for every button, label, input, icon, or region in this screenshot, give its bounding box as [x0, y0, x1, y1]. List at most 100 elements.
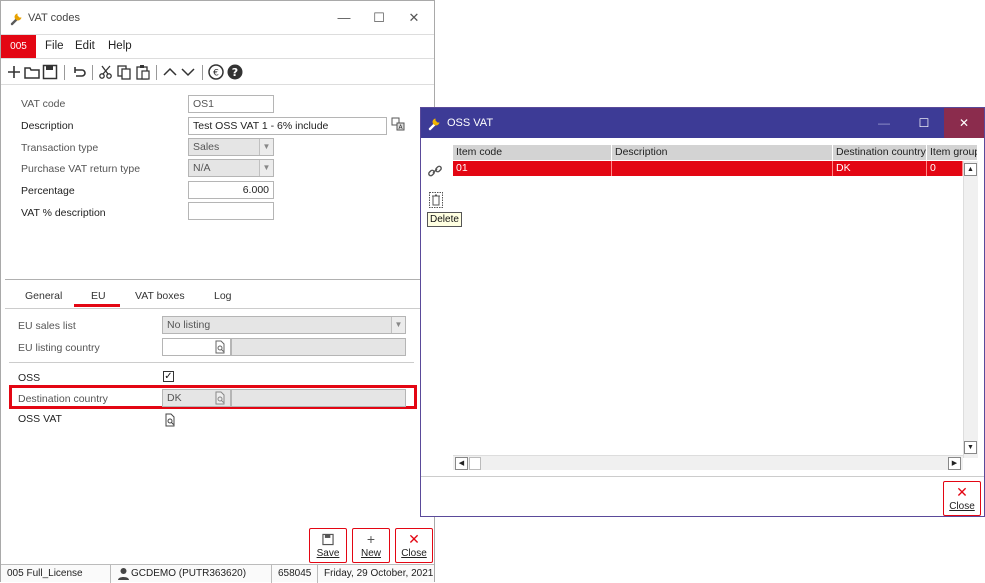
maximize-button[interactable]: ☐ [904, 108, 944, 138]
new-button[interactable]: + New [352, 528, 390, 563]
purchase-vat-return-type-dropdown[interactable]: N/A ▼ [188, 159, 274, 177]
toolbar: € ? [1, 58, 434, 85]
column-header-item-group[interactable]: Item group [927, 145, 978, 160]
close-window-button[interactable]: ✕ [944, 108, 984, 138]
destination-country-label: Destination country [18, 393, 108, 405]
status-number: 658045 [272, 565, 318, 583]
delete-tooltip: Delete [427, 212, 462, 227]
trash-icon[interactable] [429, 192, 443, 208]
translate-icon[interactable]: A [391, 117, 405, 131]
undo-icon[interactable] [70, 63, 88, 81]
vat-pct-description-field[interactable] [188, 202, 274, 220]
purchase-vat-return-type-value: N/A [193, 162, 211, 174]
column-header-item-code[interactable]: Item code [453, 145, 612, 160]
new-button-label: New [360, 548, 381, 559]
tab-log[interactable]: Log [214, 290, 232, 302]
menu-help[interactable]: Help [108, 40, 132, 52]
chevron-down-icon: ▼ [259, 139, 273, 155]
link-icon[interactable] [427, 163, 443, 179]
oss-vat-label: OSS VAT [18, 413, 62, 425]
destination-country-name [231, 389, 406, 407]
eu-sales-list-dropdown[interactable]: No listing ▼ [162, 316, 406, 334]
close-button[interactable]: ✕ Close [943, 481, 981, 516]
add-icon[interactable] [5, 63, 23, 81]
chevron-down-icon[interactable] [179, 63, 197, 81]
tab-eu[interactable]: EU [91, 290, 106, 302]
help-icon[interactable]: ? [226, 63, 244, 81]
table-cell-item-group[interactable]: 0 [927, 161, 963, 176]
svg-text:?: ? [232, 66, 238, 79]
company-badge[interactable]: 005 [1, 35, 36, 59]
close-button[interactable]: ✕ Close [395, 528, 433, 563]
wrench-icon [10, 13, 22, 26]
table-cell-item-code[interactable]: 01 [453, 161, 612, 176]
eu-divider [9, 362, 414, 363]
scroll-thumb[interactable] [469, 457, 481, 470]
column-header-description[interactable]: Description [612, 145, 833, 160]
transaction-type-dropdown[interactable]: Sales ▼ [188, 138, 274, 156]
minimize-button[interactable]: — [335, 9, 353, 27]
chevron-up-icon[interactable] [161, 63, 179, 81]
close-button-label: Close [401, 548, 427, 559]
scroll-left-icon[interactable]: ◀ [455, 457, 468, 470]
chevron-down-icon: ▼ [259, 160, 273, 176]
percentage-label: Percentage [21, 185, 75, 197]
percentage-field[interactable]: 6.000 [188, 181, 274, 199]
status-license: 005 Full_License [1, 565, 111, 583]
transaction-type-label: Transaction type [21, 142, 99, 154]
close-icon: ✕ [956, 484, 968, 500]
minimize-button[interactable]: — [864, 108, 904, 138]
oss-window-title: OSS VAT [447, 117, 494, 129]
menu-bar: 005 File Edit Help [1, 34, 434, 59]
oss-title-bar: OSS VAT — ☐ ✕ [421, 108, 984, 138]
eu-sales-list-label: EU sales list [18, 320, 76, 332]
lookup-icon[interactable] [213, 391, 227, 405]
maximize-button[interactable]: ☐ [370, 9, 388, 27]
svg-text:€: € [213, 69, 219, 79]
scroll-down-icon[interactable]: ▼ [964, 441, 977, 454]
close-icon: ✕ [408, 531, 420, 547]
purchase-vat-return-type-label: Purchase VAT return type [21, 163, 141, 175]
cut-icon[interactable] [97, 63, 115, 81]
save-icon [322, 533, 334, 546]
description-field[interactable]: Test OSS VAT 1 - 6% include [188, 117, 387, 135]
tab-vat-boxes[interactable]: VAT boxes [135, 290, 185, 302]
paste-icon[interactable] [134, 63, 152, 81]
description-label: Description [21, 120, 74, 132]
table-cell-destination-country[interactable]: DK [833, 161, 927, 176]
tab-general[interactable]: General [25, 290, 62, 302]
vat-code-label: VAT code [21, 98, 66, 110]
table-cell-description[interactable] [612, 161, 833, 176]
footer-divider [421, 476, 984, 477]
column-header-destination-country[interactable]: Destination country [833, 145, 927, 160]
menu-file[interactable]: File [45, 40, 64, 52]
status-date: Friday, 29 October, 2021 [324, 568, 434, 579]
window-title: VAT codes [28, 12, 80, 24]
close-window-button[interactable]: ✕ [405, 9, 423, 27]
open-folder-icon[interactable] [23, 63, 41, 81]
horizontal-scrollbar[interactable]: ◀ ▶ [453, 455, 963, 470]
currency-icon[interactable]: € [207, 63, 225, 81]
status-user: GCDEMO (PUTR363620) [125, 565, 272, 583]
save-icon[interactable] [41, 63, 59, 81]
lookup-icon[interactable] [163, 413, 177, 427]
scroll-right-icon[interactable]: ▶ [948, 457, 961, 470]
section-divider [5, 279, 430, 280]
oss-checkbox[interactable]: ✓ [163, 371, 174, 382]
menu-edit[interactable]: Edit [75, 40, 95, 52]
lookup-icon[interactable] [213, 340, 227, 354]
scroll-up-icon[interactable]: ▲ [964, 163, 977, 176]
eu-sales-list-value: No listing [167, 319, 211, 331]
active-tab-indicator [74, 304, 120, 307]
wrench-icon [428, 118, 440, 131]
plus-icon: + [366, 531, 376, 547]
vat-pct-description-label: VAT % description [21, 207, 106, 219]
copy-icon[interactable] [115, 63, 133, 81]
save-button[interactable]: Save [309, 528, 347, 563]
vertical-scrollbar[interactable]: ▲ ▼ [963, 161, 978, 458]
transaction-type-value: Sales [193, 141, 220, 153]
vat-code-field[interactable]: OS1 [188, 95, 274, 113]
eu-listing-country-name [231, 338, 406, 356]
save-button-label: Save [316, 548, 340, 559]
status-bar: 005 Full_License GCDEMO (PUTR363620) 658… [1, 564, 434, 583]
